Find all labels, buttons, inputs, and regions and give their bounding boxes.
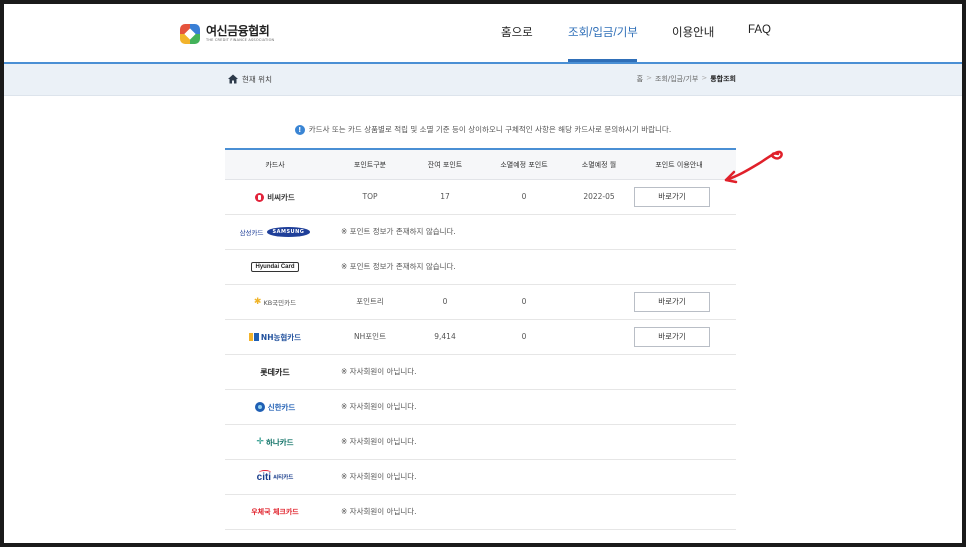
breadcrumb-lookup[interactable]: 조회/입금/기부 [655, 74, 698, 84]
table-header: 카드사 포인트구분 잔여 포인트 소멸예정 포인트 소멸예정 월 포인트 이용안… [225, 148, 736, 180]
breadcrumb-label: 현재 위치 [242, 75, 272, 84]
notice-text: 카드사 또는 카드 상품별로 적립 및 소멸 기준 등이 상이하오니 구체적인 … [308, 125, 672, 134]
lotte-card-logo: 롯데카드 [225, 355, 325, 389]
nav-guide[interactable]: 이용안내 [672, 24, 714, 40]
table-row: NH농협카드 NH포인트 9,414 0 바로가기 [225, 320, 736, 355]
go-button-bc[interactable]: 바로가기 [634, 187, 710, 207]
brand-name: NH농협카드 [260, 332, 302, 342]
nav-home[interactable]: 홈으로 [501, 24, 533, 40]
table-row: 삼성카드 SAMSUNG ※ 포인트 정보가 존재하지 않습니다. [225, 215, 736, 250]
page-frame: 여신금융협회 THE CREDIT FINANCE ASSOCIATION 홈으… [4, 4, 962, 543]
col-card-company: 카드사 [265, 161, 285, 169]
brand-name: Hyundai Card [251, 262, 299, 272]
bc-card-logo: 비씨카드 [225, 180, 325, 214]
citi-card-logo: citi 씨티카드 [225, 460, 325, 494]
home-icon [228, 74, 238, 84]
post-office-card-logo: 우체국 체크카드 [225, 495, 325, 529]
breadcrumb: 홈 > 조회/입금/기부 > 통합조회 [637, 74, 736, 84]
brand-name: 우체국 체크카드 [251, 508, 299, 516]
row-message: ※ 자사회원이 아닙니다. [341, 367, 417, 376]
table-row: 롯데카드 ※ 자사회원이 아닙니다. [225, 355, 736, 390]
kb-star-icon: ✱ [253, 297, 262, 307]
balance: 0 [442, 297, 448, 306]
table-row: 우체국 체크카드 ※ 자사회원이 아닙니다. [225, 495, 736, 530]
brand-name: 롯데카드 [260, 367, 290, 377]
expiring-points: 0 [521, 192, 527, 201]
breadcrumb-bar: 현재 위치 홈 > 조회/입금/기부 > 통합조회 [4, 64, 962, 96]
row-message: ※ 포인트 정보가 존재하지 않습니다. [341, 227, 456, 236]
bc-card-icon [255, 192, 265, 202]
main-nav: 홈으로 조회/입금/기부 이용안내 FAQ [4, 24, 962, 44]
point-type: NH포인트 [354, 332, 386, 341]
go-button-kb[interactable]: 바로가기 [634, 292, 710, 312]
balance: 17 [440, 192, 450, 201]
nh-card-logo: NH농협카드 [225, 320, 325, 354]
expiring-points: 0 [521, 332, 527, 341]
point-type: TOP [362, 192, 378, 201]
brand-name: 신한카드 [267, 402, 296, 412]
col-point-guide: 포인트 이용안내 [655, 161, 703, 169]
col-point-type: 포인트구분 [353, 161, 387, 169]
expiry-month: 2022-05 [583, 192, 615, 201]
points-table: 카드사 포인트구분 잔여 포인트 소멸예정 포인트 소멸예정 월 포인트 이용안… [225, 148, 736, 530]
notice-message: ! 카드사 또는 카드 상품별로 적립 및 소멸 기준 등이 상이하오니 구체적… [4, 124, 962, 135]
nav-lookup-deposit-donate[interactable]: 조회/입금/기부 [568, 24, 638, 40]
table-row: ✛ 하나카드 ※ 자사회원이 아닙니다. [225, 425, 736, 460]
hana-card-logo: ✛ 하나카드 [225, 425, 325, 459]
brand-name: 씨티카드 [273, 475, 294, 481]
shinhan-card-logo: 신한카드 [225, 390, 325, 424]
breadcrumb-home[interactable]: 홈 [637, 74, 643, 84]
point-type: 포인트리 [356, 297, 384, 306]
hyundai-card-logo: Hyundai Card [225, 250, 325, 284]
kb-card-logo: ✱ KB국민카드 [225, 285, 325, 319]
row-message: ※ 자사회원이 아닙니다. [341, 472, 417, 481]
shinhan-logo-icon [254, 402, 265, 412]
table-row: 비씨카드 TOP 17 0 2022-05 바로가기 [225, 180, 736, 215]
breadcrumb-current: 통합조회 [710, 75, 736, 83]
brand-name: KB국민카드 [263, 299, 297, 307]
table-row: ✱ KB국민카드 포인트리 0 0 바로가기 [225, 285, 736, 320]
site-header: 여신금융협회 THE CREDIT FINANCE ASSOCIATION 홈으… [4, 4, 962, 62]
col-expiry-month: 소멸예정 월 [581, 161, 617, 169]
row-message: ※ 자사회원이 아닙니다. [341, 507, 417, 516]
row-message: ※ 자사회원이 아닙니다. [341, 437, 417, 446]
samsung-card-logo: 삼성카드 SAMSUNG [225, 215, 325, 249]
brand-name: 하나카드 [265, 437, 294, 447]
table-row: 신한카드 ※ 자사회원이 아닙니다. [225, 390, 736, 425]
nav-faq[interactable]: FAQ [748, 24, 771, 36]
go-button-nh[interactable]: 바로가기 [634, 327, 710, 347]
samsung-logo-icon: SAMSUNG [266, 227, 311, 237]
red-arrow-annotation-icon [724, 150, 783, 184]
citi-logo-icon: citi [256, 469, 272, 483]
info-icon: ! [294, 124, 305, 135]
table-row: citi 씨티카드 ※ 자사회원이 아닙니다. [225, 460, 736, 495]
brand-name: 삼성카드 [239, 229, 264, 237]
expiring-points: 0 [521, 297, 527, 306]
table-row: Hyundai Card ※ 포인트 정보가 존재하지 않습니다. [225, 250, 736, 285]
breadcrumb-separator-icon: > [646, 74, 652, 82]
balance: 9,414 [434, 332, 456, 341]
nh-logo-icon [248, 333, 259, 341]
row-message: ※ 포인트 정보가 존재하지 않습니다. [341, 262, 456, 271]
hana-logo-icon: ✛ [256, 437, 264, 447]
col-balance: 잔여 포인트 [427, 161, 463, 169]
row-message: ※ 자사회원이 아닙니다. [341, 402, 417, 411]
col-expiring-points: 소멸예정 포인트 [500, 161, 548, 169]
brand-name: 비씨카드 [267, 192, 295, 202]
breadcrumb-separator-icon: > [701, 74, 708, 82]
